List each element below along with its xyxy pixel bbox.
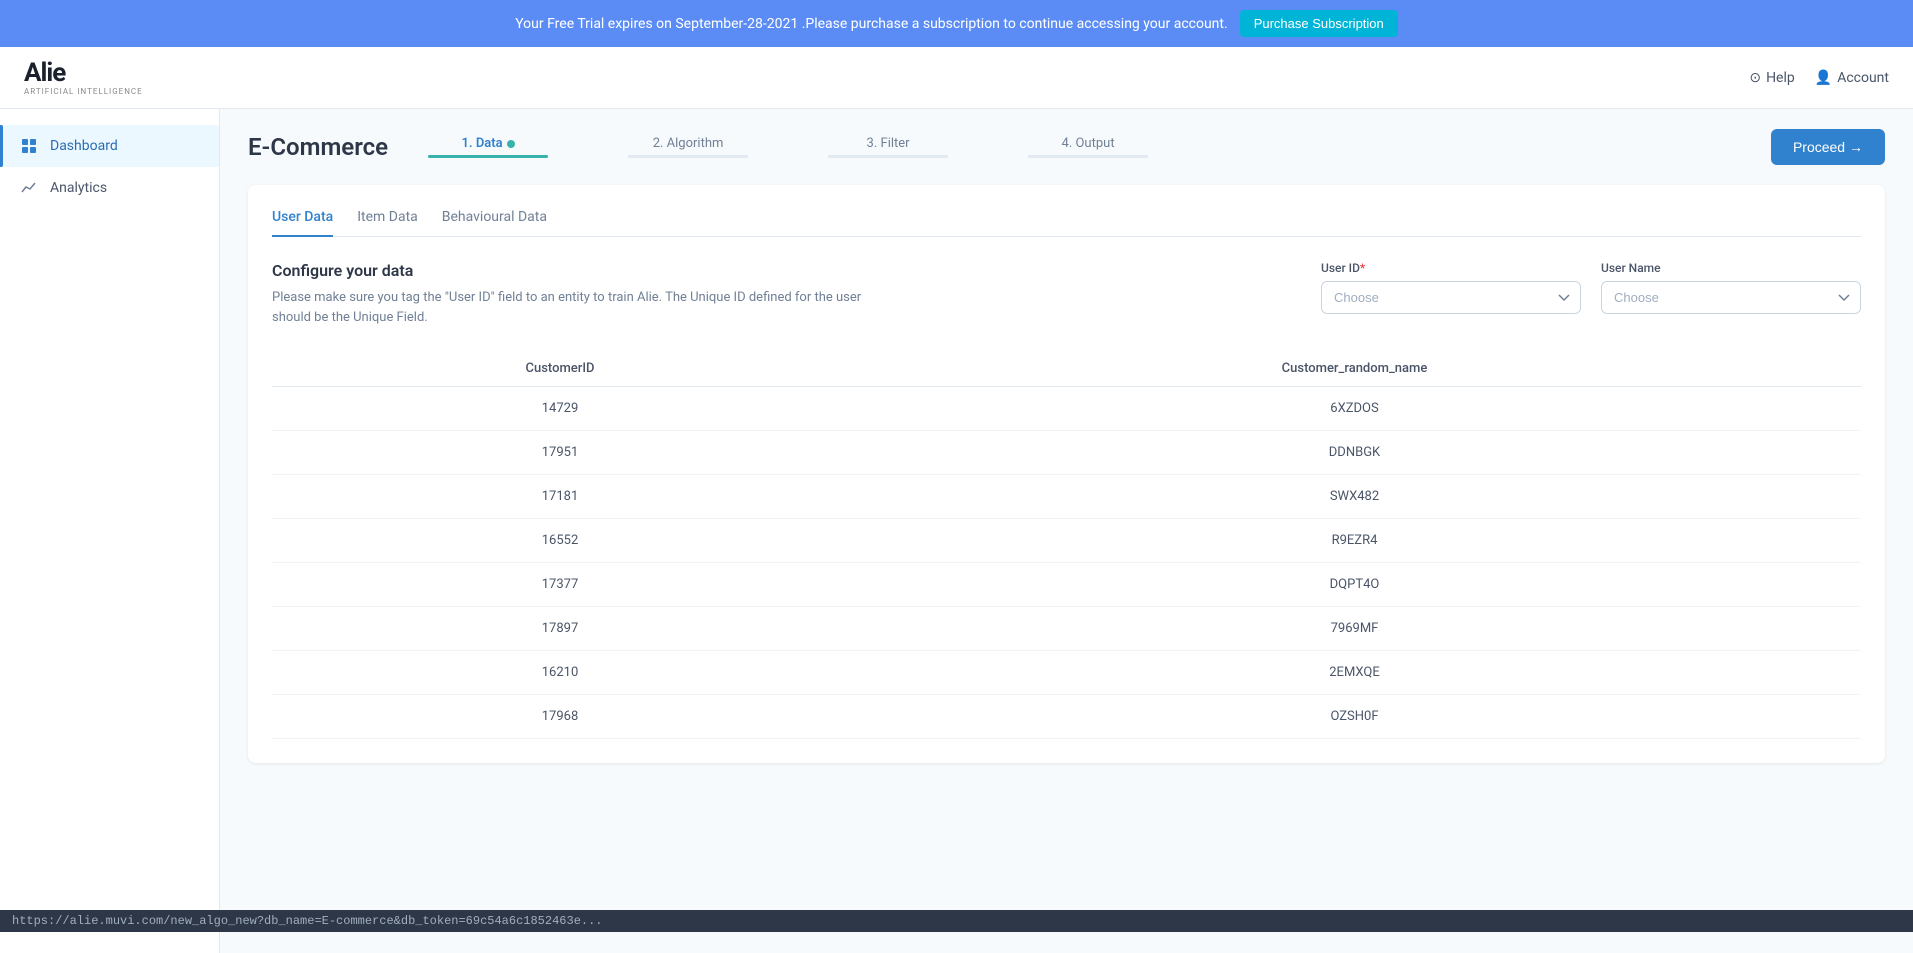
step-filter-label: 3. Filter xyxy=(867,136,910,151)
table-row: 147296XZDOS xyxy=(272,387,1861,431)
table-row: 178977969MF xyxy=(272,607,1861,651)
help-label: Help xyxy=(1766,70,1795,86)
table-cell: DDNBGK xyxy=(848,431,1861,475)
help-link[interactable]: ⊙ Help xyxy=(1749,70,1794,86)
configure-row: Configure your data Please make sure you… xyxy=(272,261,1861,327)
header-right: ⊙ Help 👤 Account xyxy=(1749,70,1889,86)
step-output-bar xyxy=(1028,155,1148,158)
table-cell: 16210 xyxy=(272,651,848,695)
tab-behavioural-data[interactable]: Behavioural Data xyxy=(442,209,547,237)
sidebar-item-analytics[interactable]: Analytics xyxy=(0,167,219,209)
title-section: E-Commerce 1. Data 2. Algorithm xyxy=(248,133,1188,161)
table-cell: 17377 xyxy=(272,563,848,607)
table-cell: SWX482 xyxy=(848,475,1861,519)
step-filter-bar xyxy=(828,155,948,158)
table-row: 16552R9EZR4 xyxy=(272,519,1861,563)
step-algorithm-label: 2. Algorithm xyxy=(653,136,724,151)
purchase-subscription-button[interactable]: Purchase Subscription xyxy=(1240,10,1398,37)
col-customer-id: CustomerID xyxy=(272,351,848,387)
analytics-icon xyxy=(20,179,38,197)
logo: Alie ARTIFICIAL INTELLIGENCE xyxy=(24,59,143,96)
logo-text: Alie xyxy=(24,59,143,88)
sidebar-item-dashboard[interactable]: Dashboard xyxy=(0,125,219,167)
step-output[interactable]: 4. Output xyxy=(988,136,1188,158)
table-cell: 16552 xyxy=(272,519,848,563)
trial-banner: Your Free Trial expires on September-28-… xyxy=(0,0,1913,47)
step-filter[interactable]: 3. Filter xyxy=(788,136,988,158)
steps: 1. Data 2. Algorithm 3. Filter xyxy=(428,136,1188,158)
step-data-label: 1. Data xyxy=(461,136,514,151)
page-header: E-Commerce 1. Data 2. Algorithm xyxy=(248,129,1885,165)
main-content: E-Commerce 1. Data 2. Algorithm xyxy=(220,109,1913,953)
step-dot xyxy=(507,140,515,148)
status-url: https://alie.muvi.com/new_algo_new?db_na… xyxy=(12,914,603,928)
step-algorithm-bar xyxy=(628,155,748,158)
table-cell: 2EMXQE xyxy=(848,651,1861,695)
dropdowns: User ID* Choose User Name Choose xyxy=(1321,261,1861,314)
table-header-row: CustomerID Customer_random_name xyxy=(272,351,1861,387)
help-icon: ⊙ xyxy=(1749,70,1761,86)
sidebar-analytics-label: Analytics xyxy=(50,180,107,196)
user-name-dropdown[interactable]: Choose xyxy=(1601,281,1861,314)
sidebar-dashboard-label: Dashboard xyxy=(50,138,118,154)
page-title: E-Commerce xyxy=(248,133,388,161)
table-cell: R9EZR4 xyxy=(848,519,1861,563)
account-icon: 👤 xyxy=(1815,70,1832,86)
table-cell: 17897 xyxy=(272,607,848,651)
table-cell: 14729 xyxy=(272,387,848,431)
configure-description: Please make sure you tag the "User ID" f… xyxy=(272,288,872,327)
proceed-button[interactable]: Proceed → xyxy=(1771,129,1885,165)
banner-message: Your Free Trial expires on September-28-… xyxy=(515,16,1227,32)
step-algorithm[interactable]: 2. Algorithm xyxy=(588,136,788,158)
tabs: User Data Item Data Behavioural Data xyxy=(272,209,1861,237)
table-row: 17951DDNBGK xyxy=(272,431,1861,475)
table-cell: 6XZDOS xyxy=(848,387,1861,431)
user-name-label: User Name xyxy=(1601,261,1861,275)
col-customer-random-name: Customer_random_name xyxy=(848,351,1861,387)
table-cell: 7969MF xyxy=(848,607,1861,651)
table-cell: 17951 xyxy=(272,431,848,475)
dashboard-icon xyxy=(20,137,38,155)
table-cell: 17181 xyxy=(272,475,848,519)
data-table: CustomerID Customer_random_name 147296XZ… xyxy=(272,351,1861,739)
table-row: 17968OZSH0F xyxy=(272,695,1861,739)
user-id-dropdown[interactable]: Choose xyxy=(1321,281,1581,314)
table-row: 17377DQPT4O xyxy=(272,563,1861,607)
configure-text: Configure your data Please make sure you… xyxy=(272,261,872,327)
step-data-bar xyxy=(428,155,548,158)
logo-subtitle: ARTIFICIAL INTELLIGENCE xyxy=(24,88,143,97)
user-id-group: User ID* Choose xyxy=(1321,261,1581,314)
table-row: 17181SWX482 xyxy=(272,475,1861,519)
configure-heading: Configure your data xyxy=(272,261,872,280)
main-card: User Data Item Data Behavioural Data Con… xyxy=(248,185,1885,763)
user-name-group: User Name Choose xyxy=(1601,261,1861,314)
tab-user-data[interactable]: User Data xyxy=(272,209,333,237)
table-cell: DQPT4O xyxy=(848,563,1861,607)
step-output-label: 4. Output xyxy=(1062,136,1115,151)
header: Alie ARTIFICIAL INTELLIGENCE ⊙ Help 👤 Ac… xyxy=(0,47,1913,109)
status-bar: https://alie.muvi.com/new_algo_new?db_na… xyxy=(0,910,1913,932)
account-link[interactable]: 👤 Account xyxy=(1815,70,1889,86)
tab-item-data[interactable]: Item Data xyxy=(357,209,418,237)
user-id-label: User ID* xyxy=(1321,261,1581,275)
table-cell: OZSH0F xyxy=(848,695,1861,739)
account-label: Account xyxy=(1837,70,1889,86)
step-data[interactable]: 1. Data xyxy=(428,136,588,158)
layout: Dashboard Analytics E-Commerce 1. Data xyxy=(0,109,1913,953)
sidebar: Dashboard Analytics xyxy=(0,109,220,953)
table-row: 162102EMXQE xyxy=(272,651,1861,695)
table-cell: 17968 xyxy=(272,695,848,739)
